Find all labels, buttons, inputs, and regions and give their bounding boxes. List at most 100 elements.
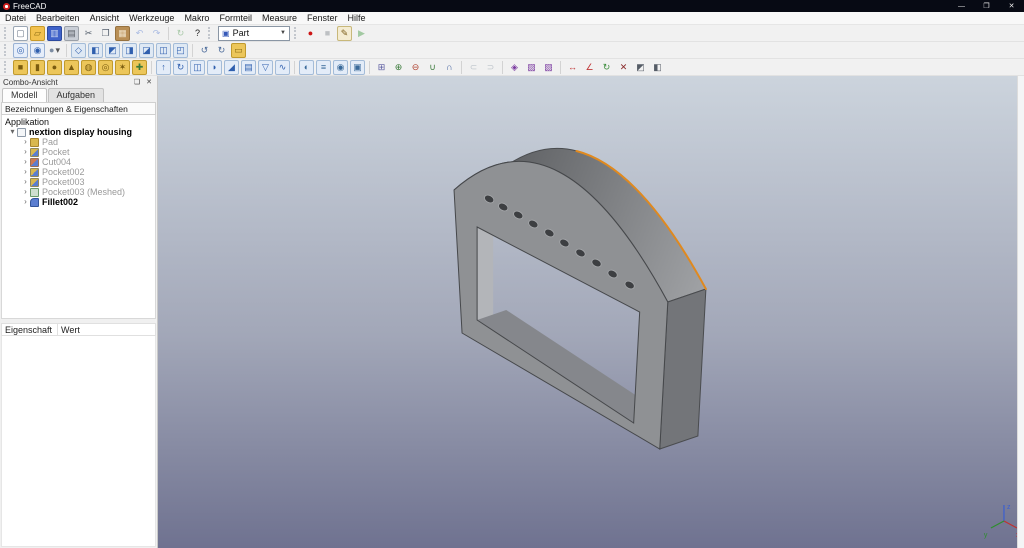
part-compound-icon[interactable]: ⊞ [374, 60, 389, 75]
expander-icon[interactable]: › [21, 157, 30, 167]
title-bar[interactable]: FreeCAD — ❐ ✕ [0, 0, 1024, 12]
macro-execute-icon[interactable]: ▶ [354, 26, 369, 41]
part-cut-icon[interactable]: ⊖ [408, 60, 423, 75]
tree-root-application[interactable]: Applikation [2, 117, 155, 127]
measure-linear-icon[interactable]: ↔ [565, 60, 580, 75]
view-isometric-icon[interactable]: ◇ [71, 42, 86, 58]
measure-distance-view-icon[interactable]: ▭ [231, 42, 246, 58]
fit-all-icon[interactable]: ◎ [13, 42, 28, 58]
property-grid-body[interactable] [1, 336, 156, 547]
toolbar-drag-handle[interactable] [208, 27, 213, 39]
part-slice-icon[interactable]: ▧ [541, 60, 556, 75]
toolbar-drag-handle[interactable] [4, 44, 9, 56]
part-boolean-icon[interactable]: ⊕ [391, 60, 406, 75]
tree-item-document[interactable]: ▾ nextion display housing [2, 127, 155, 137]
tree-item-pocket003[interactable]: › Pocket003 [2, 177, 155, 187]
view-bottom-icon[interactable]: ◫ [156, 42, 171, 58]
expander-icon[interactable]: › [21, 177, 30, 187]
document-print-icon[interactable]: ▤ [64, 25, 79, 41]
part-chamfer-icon[interactable]: ◢ [224, 59, 239, 75]
part-sweep-icon[interactable]: ∿ [275, 59, 290, 75]
part-thickness-icon[interactable]: ▣ [350, 59, 365, 75]
expander-icon[interactable]: ▾ [8, 127, 17, 137]
part-mirror-icon[interactable]: ◫ [190, 59, 205, 75]
tree-item-pocket[interactable]: › Pocket [2, 147, 155, 157]
tree-item-fillet002[interactable]: › Fillet002 [2, 197, 155, 207]
scrollbar-strip[interactable] [1017, 76, 1024, 548]
toolbar-drag-handle[interactable] [4, 27, 9, 39]
menu-ansicht[interactable]: Ansicht [85, 12, 125, 25]
expander-icon[interactable]: › [21, 187, 30, 197]
expander-icon[interactable]: › [21, 197, 30, 207]
part-shapebuilder-icon[interactable]: ✚ [132, 59, 147, 75]
part-extrude-icon[interactable]: ↑ [156, 59, 171, 75]
draw-style-icon[interactable]: ● ▾ [47, 43, 62, 58]
edit-paste-icon[interactable]: ▦ [115, 25, 130, 41]
view-front-icon[interactable]: ◧ [88, 42, 103, 58]
menu-formteil[interactable]: Formteil [214, 12, 257, 25]
part-section-icon[interactable]: ◐ [299, 59, 314, 75]
part-intersection-icon[interactable]: ∩ [442, 60, 457, 75]
view-right-icon[interactable]: ◨ [122, 42, 137, 58]
tab-aufgaben[interactable]: Aufgaben [47, 88, 105, 102]
expander-icon[interactable]: › [21, 167, 30, 177]
model-scene[interactable]: z x y [158, 76, 1017, 548]
part-cross-sections-icon[interactable]: ≡ [316, 59, 331, 75]
viewport-3d[interactable]: z x y [158, 76, 1017, 548]
part-primitives-icon[interactable]: ✶ [115, 59, 130, 75]
document-open-icon[interactable]: ▱ [30, 25, 45, 41]
part-cylinder-icon[interactable]: ▮ [30, 59, 45, 75]
rotate-left-icon[interactable]: ↺ [197, 43, 212, 58]
document-save-icon[interactable]: ▥ [47, 25, 62, 41]
rotate-right-icon[interactable]: ↻ [214, 43, 229, 58]
part-cone-icon[interactable]: ▲ [64, 59, 79, 75]
measure-clear-all-icon[interactable]: ✕ [616, 60, 631, 75]
menu-werkzeuge[interactable]: Werkzeuge [124, 12, 179, 25]
edit-copy-icon[interactable]: ❐ [98, 26, 113, 41]
measure-toggle-all-icon[interactable]: ◩ [633, 60, 648, 75]
panel-close-button[interactable]: ✕ [144, 78, 154, 86]
panel-float-button[interactable]: ❏ [132, 78, 142, 86]
tree-item-pocket002[interactable]: › Pocket002 [2, 167, 155, 177]
macro-edit-icon[interactable]: ✎ [337, 25, 352, 41]
edit-undo-icon[interactable]: ↶ [132, 26, 147, 41]
combo-view-titlebar[interactable]: Combo-Ansicht ❏ ✕ [0, 76, 157, 88]
part-tube-icon[interactable]: ◎ [98, 59, 113, 75]
edit-cut-icon[interactable]: ✂ [81, 26, 96, 41]
part-ruled-surface-icon[interactable]: ▤ [241, 59, 256, 75]
tree-item-cut004[interactable]: › Cut004 [2, 157, 155, 167]
view-rear-icon[interactable]: ◪ [139, 42, 154, 58]
tree-item-pad[interactable]: › Pad [2, 137, 155, 147]
maximize-button[interactable]: ❐ [974, 0, 999, 12]
document-new-icon[interactable]: ▢ [13, 25, 28, 41]
part-slice-apart-icon[interactable]: ▨ [524, 60, 539, 75]
part-join-connect-icon[interactable]: ⊂ [466, 60, 481, 75]
measure-angular-icon[interactable]: ∠ [582, 60, 597, 75]
toolbar-drag-handle[interactable] [4, 61, 9, 73]
model-tree[interactable]: Applikation ▾ nextion display housing › … [1, 115, 156, 319]
part-torus-icon[interactable]: ◍ [81, 59, 96, 75]
edit-redo-icon[interactable]: ↷ [149, 26, 164, 41]
expander-icon[interactable]: › [21, 147, 30, 157]
view-left-icon[interactable]: ◰ [173, 42, 188, 58]
measure-refresh-icon[interactable]: ↻ [599, 60, 614, 75]
view-top-icon[interactable]: ◩ [105, 42, 120, 58]
part-fillet-icon[interactable]: ◗ [207, 59, 222, 75]
value-column-header[interactable]: Wert [58, 323, 156, 336]
close-button[interactable]: ✕ [999, 0, 1024, 12]
part-loft-icon[interactable]: ▽ [258, 59, 273, 75]
workbench-selector[interactable]: ▣ Part ▼ [218, 25, 290, 41]
menu-fenster[interactable]: Fenster [302, 12, 343, 25]
whats-this-icon[interactable]: ? [190, 26, 205, 41]
macro-record-icon[interactable]: ● [303, 26, 318, 41]
menu-datei[interactable]: Datei [0, 12, 31, 25]
macro-stop-icon[interactable]: ■ [320, 26, 335, 41]
expander-icon[interactable]: › [21, 137, 30, 147]
menu-hilfe[interactable]: Hilfe [343, 12, 371, 25]
part-revolve-icon[interactable]: ↻ [173, 59, 188, 75]
tree-item-pocket003-meshed[interactable]: › Pocket003 (Meshed) [2, 187, 155, 197]
menu-measure[interactable]: Measure [257, 12, 302, 25]
part-boolean-fragments-icon[interactable]: ◈ [507, 60, 522, 75]
menu-makro[interactable]: Makro [179, 12, 214, 25]
minimize-button[interactable]: — [949, 0, 974, 12]
